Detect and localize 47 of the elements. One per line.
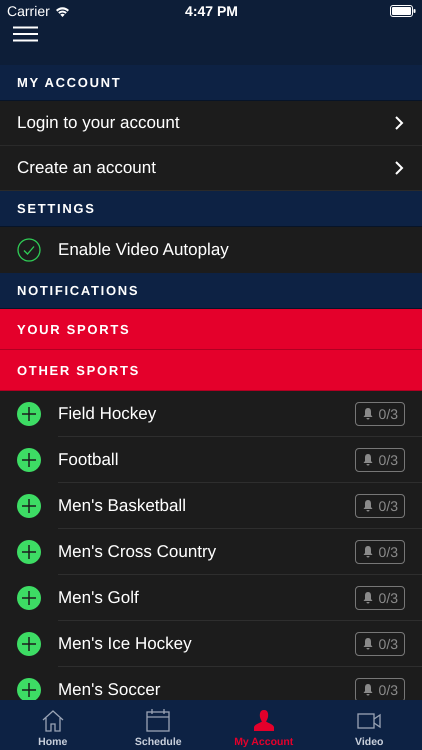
bell-icon: [362, 637, 374, 650]
sport-name: Men's Soccer: [58, 680, 160, 700]
section-header: SETTINGS: [0, 191, 422, 227]
tab-bar-item[interactable]: My Account: [211, 700, 316, 750]
section-header: YOUR SPORTS: [0, 309, 422, 350]
chevron-right-icon: [394, 160, 404, 176]
notification-count-button[interactable]: 0/3: [354, 494, 405, 518]
add-icon[interactable]: [17, 448, 41, 472]
add-icon[interactable]: [17, 678, 41, 700]
wifi-icon: [54, 6, 70, 16]
menu-icon[interactable]: [13, 26, 38, 42]
add-icon[interactable]: [17, 586, 41, 610]
bell-icon: [362, 407, 374, 420]
sport-name: Football: [58, 450, 118, 470]
add-icon[interactable]: [17, 540, 41, 564]
sport-name: Men's Golf: [58, 588, 139, 608]
bell-icon: [362, 499, 374, 512]
menu-item[interactable]: Login to your account: [0, 101, 422, 146]
check-circle-icon[interactable]: [17, 238, 41, 262]
notification-count-button[interactable]: 0/3: [354, 586, 405, 610]
tab-bar-item[interactable]: Video: [316, 700, 422, 750]
tab-bar-item[interactable]: Home: [0, 700, 106, 750]
calendar-icon: [145, 708, 172, 733]
bell-icon: [362, 545, 374, 558]
add-icon[interactable]: [17, 402, 41, 426]
section-header: MY ACCOUNT: [0, 65, 422, 101]
setting-option[interactable]: Enable Video Autoplay: [0, 227, 422, 273]
clock-time: 4:47 PM: [185, 3, 238, 19]
sport-name: Field Hockey: [58, 404, 156, 424]
section-header: NOTIFICATIONS: [0, 273, 422, 309]
sport-name: Men's Cross Country: [58, 542, 216, 562]
chevron-right-icon: [394, 115, 404, 131]
carrier-name: Carrier: [7, 3, 50, 19]
bell-icon: [362, 591, 374, 604]
notification-count-button[interactable]: 0/3: [354, 448, 405, 472]
notification-count-button[interactable]: 0/3: [354, 632, 405, 656]
section-header: OTHER SPORTS: [0, 350, 422, 391]
tab-bar-item[interactable]: Schedule: [106, 700, 211, 750]
notification-count-button[interactable]: 0/3: [354, 402, 405, 426]
add-icon[interactable]: [17, 494, 41, 518]
sport-name: Men's Ice Hockey: [58, 634, 192, 654]
bell-icon: [362, 453, 374, 466]
sport-name: Men's Basketball: [58, 496, 186, 516]
notification-count-button[interactable]: 0/3: [354, 540, 405, 564]
add-icon[interactable]: [17, 632, 41, 656]
bell-icon: [362, 683, 374, 696]
battery-icon: [390, 5, 416, 17]
